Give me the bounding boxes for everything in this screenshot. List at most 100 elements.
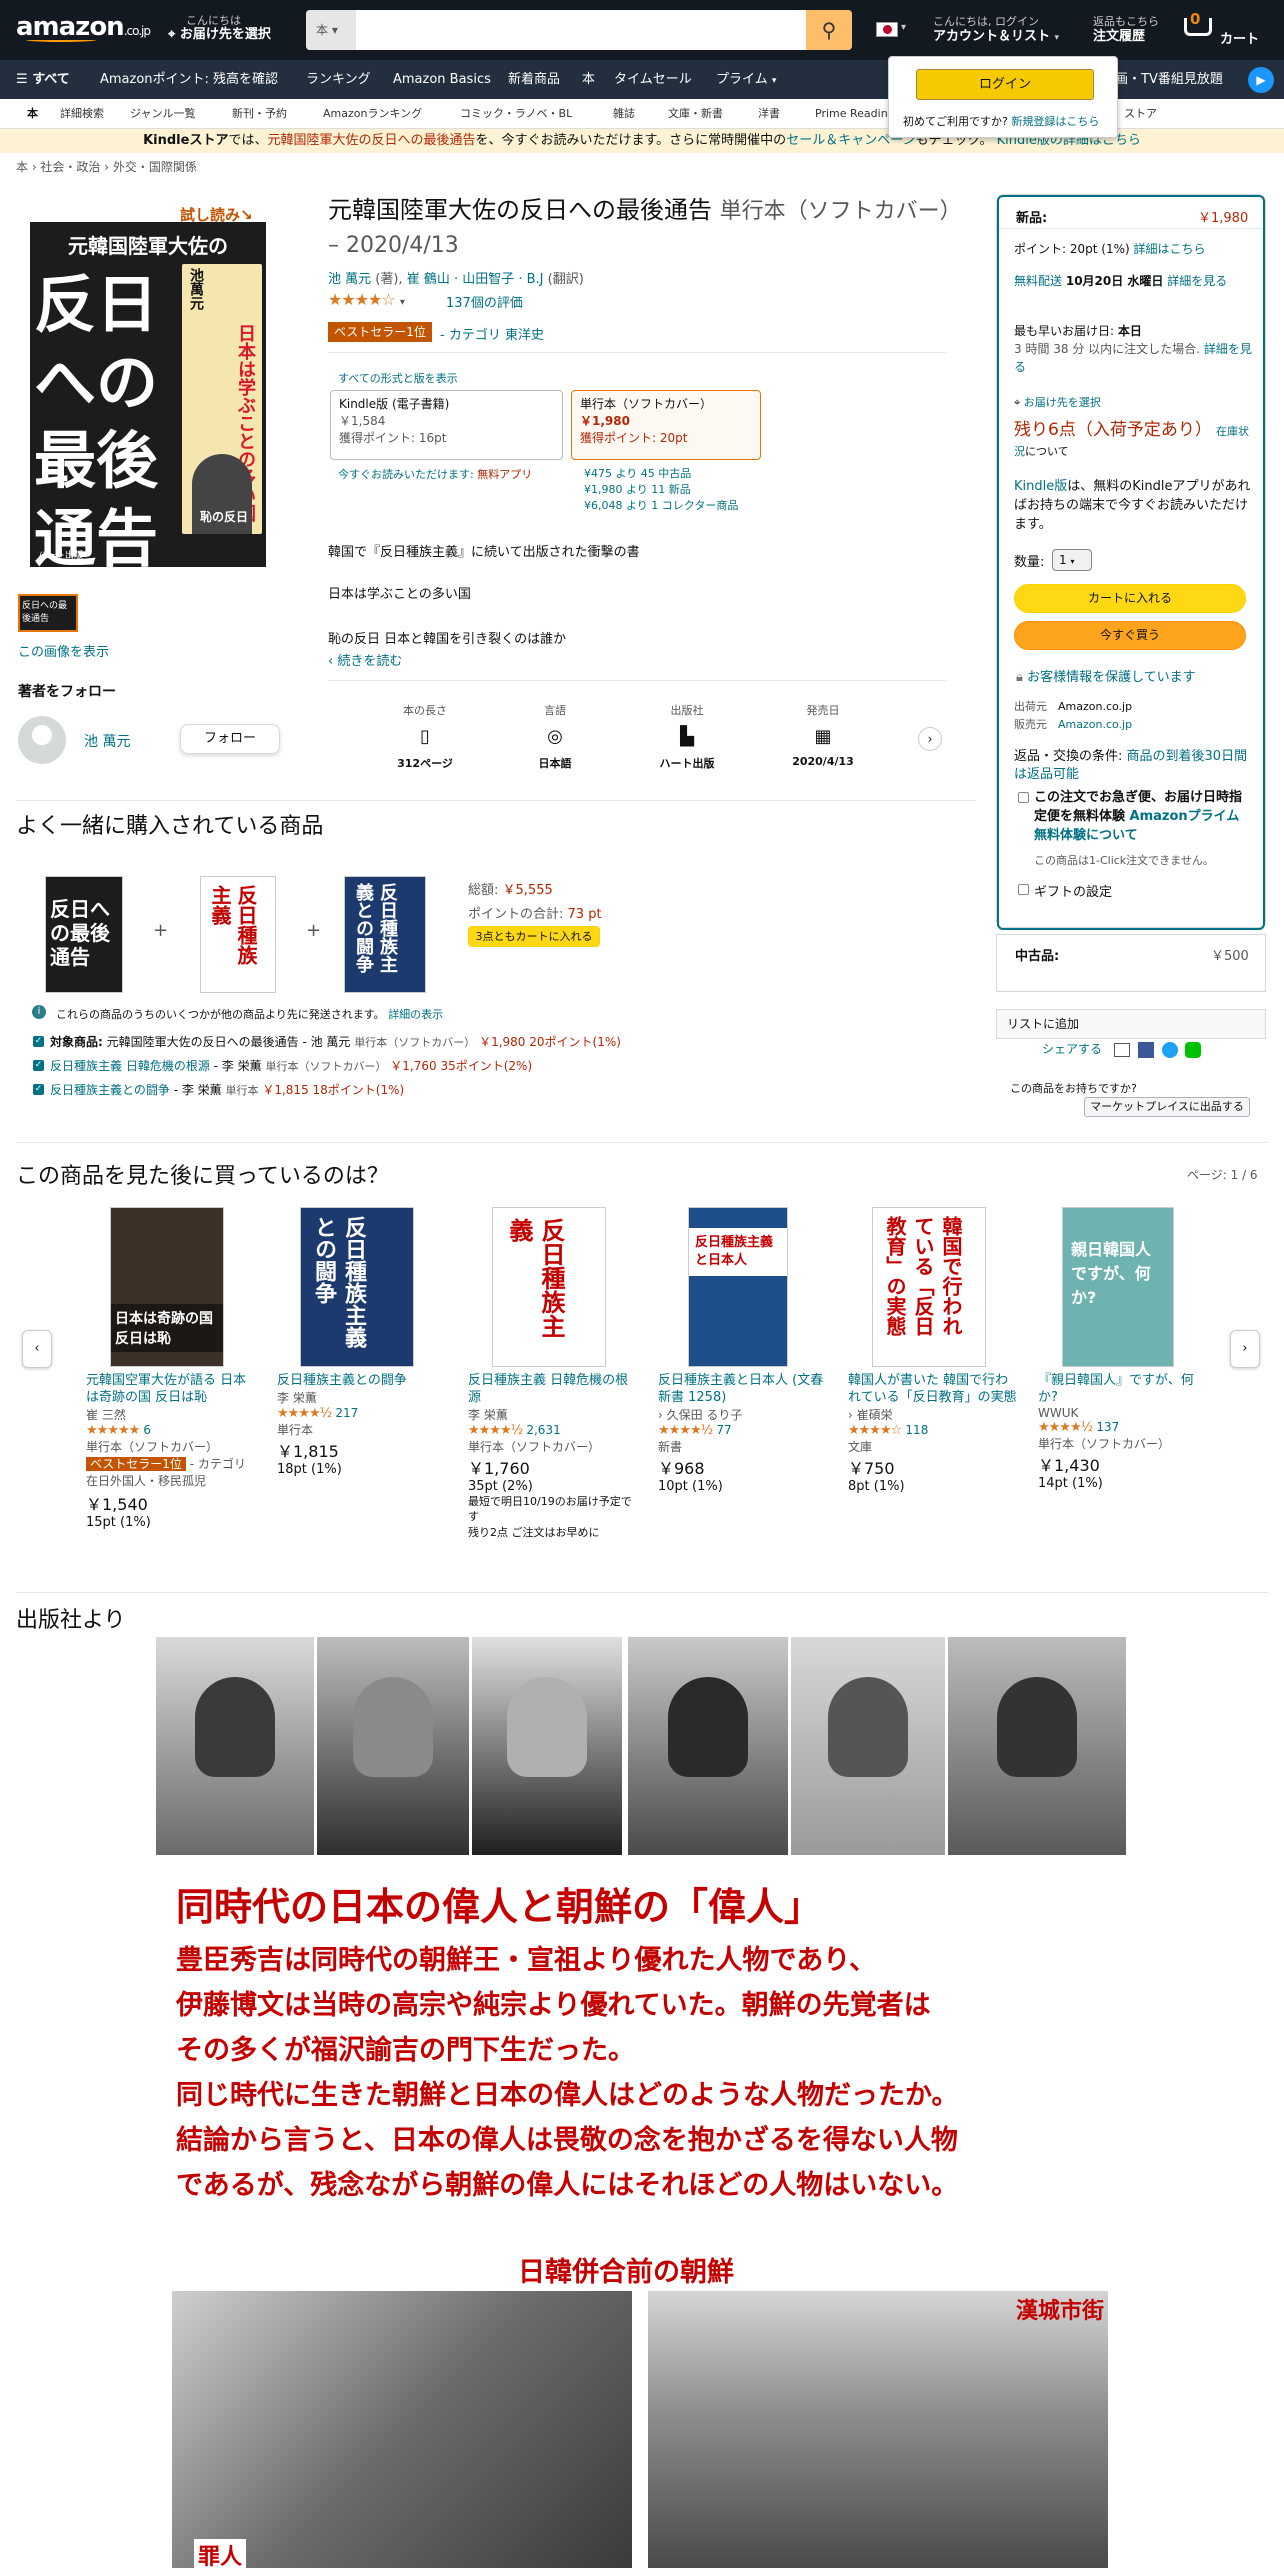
bestseller-badge[interactable]: ベストセラー1位 <box>328 322 432 342</box>
register-link[interactable]: 新規登録はこちら <box>1011 115 1099 128</box>
subnav-bunko[interactable]: 文庫・新書 <box>668 99 723 129</box>
fbt-cover-1[interactable]: 反日への最後通告 <box>45 876 123 993</box>
all-formats-link[interactable]: すべての形式と版を表示 <box>338 370 458 386</box>
main-book-cover[interactable]: 元韓国陸軍大佐の 反日への最後通告 池萬元 日本は学ぶことの多い国 恥の反日 ハ… <box>30 222 266 567</box>
subnav-ranking[interactable]: Amazonランキング <box>323 99 422 129</box>
add-to-cart-button[interactable]: カートに入れる <box>1014 584 1246 613</box>
orders-link[interactable]: 返品もこちら 注文履歴 <box>1093 14 1159 44</box>
nav-item-points[interactable]: Amazonポイント: 残高を確認 <box>100 60 278 99</box>
fbt-item-3-title[interactable]: 反日種族主義との闘争 <box>50 1083 170 1097</box>
nav-item-timesale[interactable]: タイムセール <box>614 60 692 99</box>
sell-button[interactable]: マーケットプレイスに出品する <box>1084 1097 1250 1117</box>
also-card-1-title[interactable]: 元韓国空軍大佐が語る 日本は奇跡の国 反日は恥 <box>86 1372 256 1406</box>
nav-item-new[interactable]: 新着商品 <box>508 60 560 99</box>
subnav-store[interactable]: ストア <box>1124 99 1157 129</box>
also-card-4-rating[interactable]: ★★★★½ 77 <box>658 1423 828 1438</box>
subnav-magazine[interactable]: 雑誌 <box>613 99 635 129</box>
prime-trial-checkbox[interactable] <box>1018 792 1029 803</box>
line-share-icon[interactable] <box>1185 1041 1202 1058</box>
breadcrumb[interactable]: 本 › 社会・政治 › 外交・国際関係 <box>16 158 197 175</box>
search-button[interactable]: ⚲ <box>806 10 852 50</box>
deliver-to-select[interactable]: ⌖ お届け先を選択 <box>1014 394 1101 410</box>
also-cover-2[interactable]: 反日種族主義との闘争 <box>300 1207 414 1367</box>
also-card-1-badge[interactable]: ベストセラー1位 <box>86 1457 186 1471</box>
also-card-1-rating[interactable]: ★★★★★ 6 <box>86 1423 256 1438</box>
bestseller-category-link[interactable]: - カテゴリ 東洋史 <box>440 324 544 343</box>
format-paperback-option[interactable]: 単行本（ソフトカバー） ￥1,980 獲得ポイント: 20pt <box>571 390 761 460</box>
used-box[interactable]: 中古品: ￥500 <box>996 934 1266 992</box>
kindle-note-link[interactable]: Kindle版 <box>1014 479 1067 494</box>
also-card-3-rating[interactable]: ★★★★½ 2,631 <box>468 1423 638 1438</box>
add-to-list-button[interactable]: リストに追加 <box>996 1009 1266 1039</box>
subnav-books[interactable]: 本 <box>27 99 38 129</box>
follow-button[interactable]: フォロー <box>180 724 280 754</box>
nav-item-basics[interactable]: Amazon Basics <box>393 60 491 99</box>
offer-collector-link[interactable]: ¥6,048 より 1 コレクター商品 <box>584 498 738 514</box>
also-card-6-title[interactable]: 『親日韓国人』ですが、何か? <box>1038 1372 1208 1406</box>
subnav-prime-reading[interactable]: Prime Reading <box>815 99 895 129</box>
subnav-advanced-search[interactable]: 詳細検索 <box>60 99 104 129</box>
subnav-foreign[interactable]: 洋書 <box>758 99 780 129</box>
nav-item-prime[interactable]: プライム ▾ <box>716 60 776 101</box>
facebook-share-icon[interactable] <box>1137 1041 1154 1058</box>
email-share-icon[interactable] <box>1113 1042 1130 1057</box>
also-card-6-rating[interactable]: ★★★★½ 137 <box>1038 1420 1208 1435</box>
also-cover-5[interactable]: 韓国で行われている「反日教育」の実態 <box>872 1207 986 1367</box>
nav-item-ranking[interactable]: ランキング <box>306 60 371 99</box>
banner-title-link[interactable]: 元韓国陸軍大佐の反日への最後通告 <box>267 133 475 148</box>
points-details-link[interactable]: 詳細はこちら <box>1134 242 1206 256</box>
fbt-item-2-title[interactable]: 反日種族主義 日韓危機の根源 <box>50 1059 210 1073</box>
subnav-new-release[interactable]: 新刊・予約 <box>232 99 287 129</box>
also-cover-1[interactable]: 日本は奇跡の国 反日は恥 <box>110 1207 224 1367</box>
signin-button[interactable]: ログイン <box>916 69 1094 100</box>
deliver-to[interactable]: こんにちは ⌖ お届け先を選択 <box>168 14 288 42</box>
qty-select[interactable]: 1 ▾ <box>1052 549 1092 571</box>
play-icon[interactable]: ▶ <box>1248 67 1274 93</box>
rating-stars[interactable]: ★★★★☆ ▾ <box>328 290 405 309</box>
account-menu[interactable]: こんにちは, ログイン アカウント＆リスト ▾ <box>933 14 1059 46</box>
buy-now-button[interactable]: 今すぐ買う <box>1014 621 1246 650</box>
fbt-cover-2[interactable]: 反日種族主義 <box>200 876 276 993</box>
fbt-item-1-checkbox[interactable]: ✓ <box>33 1036 44 1047</box>
also-card-3-title[interactable]: 反日種族主義 日韓危機の根源 <box>468 1372 638 1406</box>
attrs-next-button[interactable]: › <box>918 727 942 751</box>
search-category-select[interactable]: 本 ▾ <box>306 10 356 50</box>
fbt-item-3-checkbox[interactable]: ✓ <box>33 1084 44 1095</box>
fbt-item-2-checkbox[interactable]: ✓ <box>33 1060 44 1071</box>
ship-details-link[interactable]: 詳細を見る <box>1167 274 1227 288</box>
ratings-count-link[interactable]: 137個の評価 <box>446 292 523 311</box>
free-shipping-link[interactable]: 無料配送 <box>1014 274 1062 288</box>
author-avatar[interactable] <box>18 716 66 764</box>
search-input[interactable] <box>358 10 804 50</box>
cart-link[interactable]: 0 カート <box>1180 10 1280 50</box>
byline-author-link[interactable]: 池 萬元 <box>328 272 371 287</box>
all-menu-button[interactable]: ☰ すべて <box>16 60 70 99</box>
also-card-4-title[interactable]: 反日種族主義と日本人 (文春新書 1258) <box>658 1372 828 1406</box>
seller-link[interactable]: Amazon.co.jp <box>1058 718 1132 731</box>
also-cover-6[interactable]: 親日韓国人ですが、何か? <box>1062 1207 1174 1367</box>
author-name-link[interactable]: 池 萬元 <box>84 731 130 751</box>
carousel-prev-button[interactable]: ‹ <box>22 1330 52 1368</box>
fbt-add-all-button[interactable]: 3点ともカートに入れる <box>468 926 600 947</box>
format-kindle-option[interactable]: Kindle版 (電子書籍) ￥1,584 獲得ポイント: 16pt <box>330 390 563 460</box>
japan-flag-icon[interactable] <box>876 22 898 37</box>
carousel-next-button[interactable]: › <box>1230 1330 1260 1368</box>
read-more-link[interactable]: ‹ 続きを読む <box>328 650 402 669</box>
also-cover-4[interactable]: 反日種族主義と日本人 <box>688 1207 788 1367</box>
fbt-cover-3[interactable]: 反日種族主義との闘争 <box>344 876 426 993</box>
nav-item-books[interactable]: 本 <box>582 60 595 99</box>
also-card-5-rating[interactable]: ★★★★☆ 118 <box>848 1423 1018 1438</box>
gift-checkbox[interactable] <box>1018 884 1029 895</box>
byline-translators-link[interactable]: 崔 鶴山 · 山田智子 · B.J <box>407 272 544 287</box>
fbt-info-link[interactable]: 詳細の表示 <box>388 1008 443 1021</box>
show-image-link[interactable]: この画像を表示 <box>18 641 109 660</box>
secure-transaction[interactable]: 🔒︎ お客様情報を保護しています <box>1016 666 1196 685</box>
thumbnail-1[interactable]: 反日への最後通告 <box>18 594 78 632</box>
offer-new-link[interactable]: ¥1,980 より 11 新品 <box>584 482 738 498</box>
twitter-share-icon[interactable] <box>1161 1041 1178 1058</box>
also-card-2-title[interactable]: 反日種族主義との闘争 <box>277 1372 447 1389</box>
also-card-2-rating[interactable]: ★★★★½ 217 <box>277 1406 447 1421</box>
free-app-link[interactable]: 無料アプリ <box>477 468 532 481</box>
also-cover-3[interactable]: 反日種族主義 <box>492 1207 606 1367</box>
subnav-comics[interactable]: コミック・ラノベ・BL <box>460 99 572 129</box>
